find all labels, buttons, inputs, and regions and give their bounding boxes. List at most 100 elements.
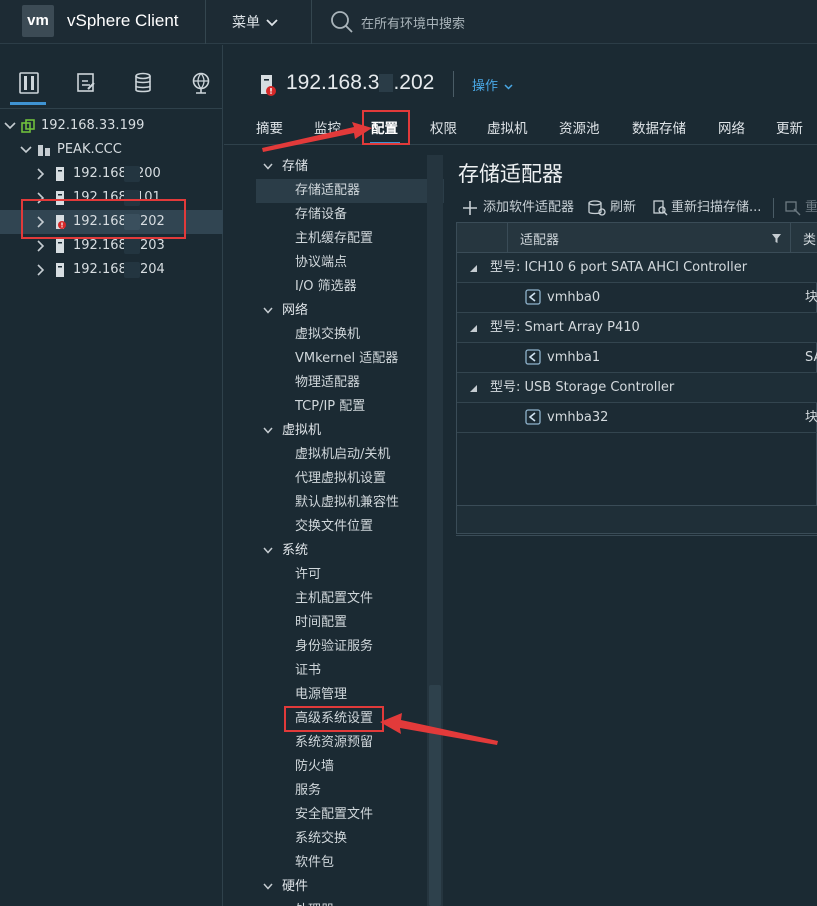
collapse-triangle-icon[interactable] [470,265,477,272]
config-menu-label: 系统交换 [295,831,348,846]
table-group-row[interactable]: 型号: Smart Array P410 [457,313,817,343]
chevron-down-icon[interactable] [263,307,273,314]
configure-sidebar-scrollbar[interactable] [427,155,443,906]
config-menu-label: 物理适配器 [295,375,361,390]
menu-button[interactable]: 菜单 [232,12,278,32]
inventory-tabs [0,45,223,109]
actions-menu-button[interactable]: 操作 [472,75,513,94]
config-menu-label: 交换文件位置 [295,519,374,534]
config-menu-item[interactable]: 代理虚拟机设置 [256,467,444,491]
table-group-row[interactable]: 型号: ICH10 6 port SATA AHCI Controller [457,253,817,283]
config-menu-item[interactable]: 时间配置 [256,611,444,635]
config-menu-item[interactable]: 协议端点 [256,251,444,275]
chevron-down-icon[interactable] [263,547,273,554]
chevron-down-icon[interactable] [263,883,273,890]
config-menu-item[interactable]: 许可 [256,563,444,587]
config-menu-item[interactable]: 系统交换 [256,827,444,851]
config-group-header[interactable]: 存储 [256,155,444,179]
refresh-storage-icon [588,200,606,216]
chevron-right-icon[interactable] [34,258,48,282]
storage-icon[interactable] [131,71,155,95]
table-group-row[interactable]: 型号: USB Storage Controller [457,373,817,403]
chevron-down-icon[interactable] [19,138,33,162]
chevron-down-icon[interactable] [3,114,17,138]
rescan-adapter-button[interactable]: 重 [785,197,817,219]
config-menu-item[interactable]: 防火墙 [256,755,444,779]
tree-item-host[interactable]: 192.168. 200 [0,162,223,186]
config-menu-item[interactable]: TCP/IP 配置 [256,395,444,419]
tab-vms[interactable]: 虚拟机 [487,117,528,137]
config-menu-item[interactable]: I/O 筛选器 [256,275,444,299]
tree-item-vcenter[interactable]: 192.168.33.199 [0,114,223,138]
config-menu-item[interactable]: 证书 [256,659,444,683]
config-menu-item[interactable]: VMkernel 适配器 [256,347,444,371]
chevron-down-icon[interactable] [263,427,273,434]
tab-updates[interactable]: 更新 [776,117,803,137]
group-label: 型号: ICH10 6 port SATA AHCI Controller [490,260,748,275]
networking-icon[interactable] [189,71,213,95]
vmware-logo[interactable]: vm [22,5,54,37]
config-menu-item[interactable]: 软件包 [256,851,444,875]
chevron-down-icon [504,83,513,90]
config-menu-item[interactable]: 存储适配器 [256,179,444,203]
host-icon [56,263,64,277]
adapter-grid: 适配器 类 型号: ICH10 6 port SATA AHCI Control… [456,222,817,534]
scrollbar-thumb[interactable] [429,685,441,906]
tree-item-cluster[interactable]: PEAK.CCC [0,138,223,162]
tab-datastores[interactable]: 数据存储 [632,117,686,137]
chevron-right-icon[interactable] [34,162,48,186]
table-row[interactable]: vmhba0 块 [457,283,817,313]
config-menu-item[interactable]: 电源管理 [256,683,444,707]
config-menu-item[interactable]: 服务 [256,779,444,803]
tab-networks[interactable]: 网络 [718,117,745,137]
actions-label: 操作 [472,79,499,94]
table-row[interactable]: vmhba1 SA [457,343,817,373]
app-title[interactable]: vSphere Client [67,11,179,31]
config-menu-item[interactable]: 虚拟交换机 [256,323,444,347]
column-divider [790,223,791,253]
rescan-icon [653,200,668,216]
tab-monitor[interactable]: 监控 [314,117,341,137]
header-divider [311,0,312,44]
config-menu-item[interactable]: 处理器 [256,899,444,906]
config-group-header[interactable]: 虚拟机 [256,419,444,443]
page-title: 192.168.3 .202 [286,71,434,95]
storage-adapter-icon [525,289,541,305]
adapter-type: 块 [805,410,817,425]
config-menu-item[interactable]: 安全配置文件 [256,803,444,827]
chevron-down-icon[interactable] [263,163,273,170]
hosts-clusters-icon[interactable] [17,71,41,95]
config-menu-item[interactable]: 系统资源预留 [256,731,444,755]
config-menu-item[interactable]: 存储设备 [256,203,444,227]
config-menu-item[interactable]: 默认虚拟机兼容性 [256,491,444,515]
collapse-triangle-icon[interactable] [470,325,477,332]
config-group-header[interactable]: 硬件 [256,875,444,899]
config-menu-item[interactable]: 主机配置文件 [256,587,444,611]
config-menu-item[interactable]: 主机缓存配置 [256,227,444,251]
config-menu-label: 虚拟机启动/关机 [295,447,391,462]
config-group-header[interactable]: 网络 [256,299,444,323]
refresh-button[interactable]: 刷新 [588,197,640,219]
tab-summary[interactable]: 摘要 [256,117,283,137]
rescan-storage-button[interactable]: 重新扫描存储... [652,197,764,219]
add-software-adapter-button[interactable]: 添加软件适配器 [462,197,582,219]
tree-item-host[interactable]: 192.168. 204 [0,258,223,282]
config-menu-item[interactable]: 交换文件位置 [256,515,444,539]
filter-icon[interactable] [772,234,781,243]
collapse-triangle-icon[interactable] [470,385,477,392]
column-header-adapter[interactable]: 适配器 [520,229,559,248]
config-menu-item[interactable]: 物理适配器 [256,371,444,395]
table-row[interactable]: vmhba32 块 [457,403,817,433]
config-group-header[interactable]: 系统 [256,539,444,563]
tab-resource-pools[interactable]: 资源池 [559,117,600,137]
tab-permissions[interactable]: 权限 [430,117,457,137]
column-header-type[interactable]: 类 [803,229,816,248]
config-menu-label: 处理器 [295,899,334,906]
storage-adapter-icon [525,349,541,365]
config-menu-label: 虚拟交换机 [295,327,361,342]
adapter-name: vmhba0 [547,290,601,305]
config-menu-item[interactable]: 虚拟机启动/关机 [256,443,444,467]
config-menu-item[interactable]: 身份验证服务 [256,635,444,659]
header-divider [205,0,206,44]
vms-templates-icon[interactable] [74,71,98,95]
